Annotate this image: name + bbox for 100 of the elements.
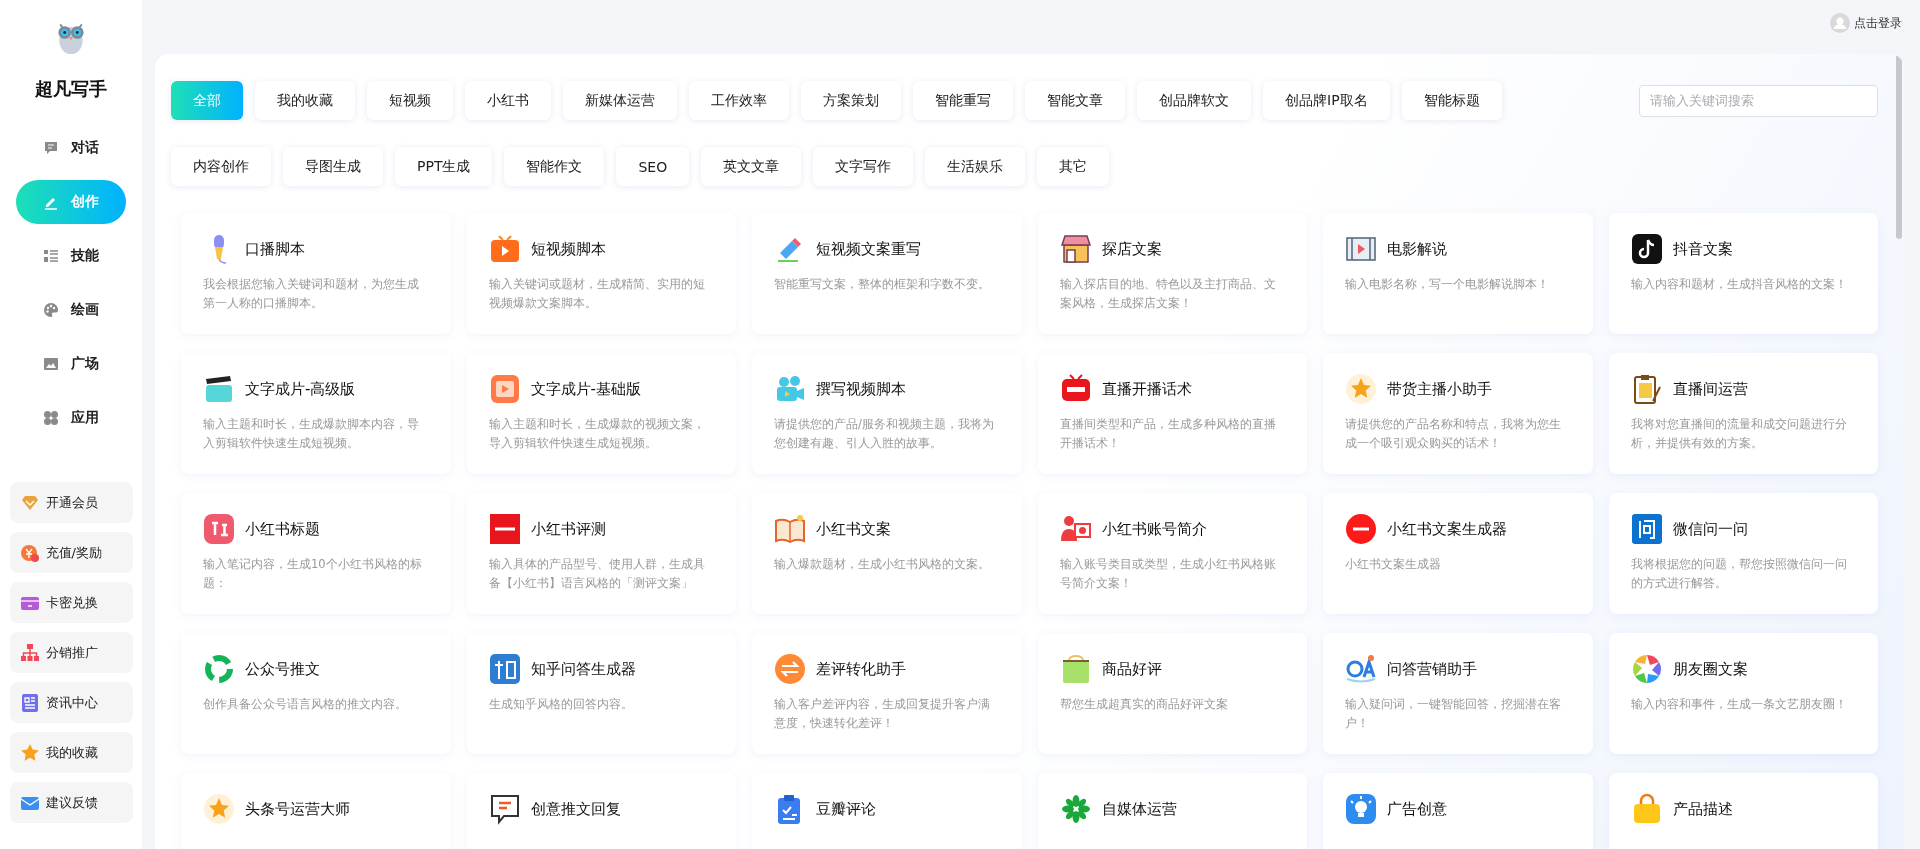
card-title: 小红书评测 [530,519,606,539]
nav-item[interactable]: 对话 [16,126,126,170]
category-tab[interactable]: 我的收藏 [255,81,355,120]
card-title: 差评转化助手 [816,659,906,679]
sidebar-button[interactable]: 资讯中心 [9,682,133,723]
sidebar-button[interactable]: 充值/奖励 [9,532,133,573]
card-description: 生成知乎风格的回答内容。 [488,696,634,713]
tool-card[interactable]: 豆瓣评论 [752,773,1022,849]
card-title: 产品描述 [1672,799,1733,819]
nav-item[interactable]: 应用 [16,396,126,440]
category-tab[interactable]: 智能重写 [913,81,1013,120]
tool-card[interactable]: 文字成片-基础版 输入主题和时长，生成爆款的视频文案，导入剪辑软件快速生成短视频。 [466,353,736,474]
card-title: 探店文案 [1101,239,1162,259]
category-tab[interactable]: SEO [616,147,690,186]
tool-card[interactable]: 问答营销助手 输入疑问词，一键智能回答，挖掘潜在客户！ [1323,633,1593,754]
tool-card[interactable]: 创意推文回复 [466,773,736,849]
card-title: 小红书文案 [816,519,891,539]
card-title: 公众号推文 [245,659,320,679]
nav-item[interactable]: 技能 [16,234,126,278]
card-title: 抖音文案 [1672,239,1733,259]
category-tab[interactable]: 工作效率 [689,81,789,120]
tool-card[interactable]: 小红书账号简介 输入账号类目或类型，生成小红书风格账号简介文案！ [1037,493,1307,614]
tool-card[interactable]: 小红书文案生成器 小红书文案生成器 [1323,493,1593,614]
four-dots-icon [43,410,59,426]
card-title: 知乎问答生成器 [530,659,636,679]
card-description: 输入笔记内容，生成10个小红书风格的标题： [203,556,423,592]
category-tab[interactable]: 文字写作 [813,147,914,186]
sidebar-button[interactable]: 我的收藏 [9,732,133,773]
circle-logo-icon [1345,513,1377,545]
tool-card[interactable]: 小红书评测 输入具体的产品型号、使用人群，生成具备【小红书】语言风格的「测评文案」 [466,493,736,614]
tv-icon [488,233,521,265]
tool-card[interactable]: 朋友圈文案 输入内容和事件，生成一条文艺朋友圈！ [1608,633,1878,754]
category-tab[interactable]: 英文文章 [701,147,802,186]
category-tab[interactable]: 智能作文 [504,147,605,186]
tool-card[interactable]: 直播开播话术 直播间类型和产品，生成多种风格的直播开播话术！ [1037,353,1307,474]
card-description: 创作具备公众号语言风格的推文内容。 [203,696,408,713]
category-tab[interactable]: 智能文章 [1025,81,1125,120]
category-tab[interactable]: 方案策划 [801,81,901,120]
category-tab[interactable]: 内容创作 [171,147,271,186]
tool-card[interactable]: 文字成片-高级版 输入主题和时长，生成爆款脚本内容，导入剪辑软件快速生成短视频。 [181,353,451,474]
tool-card[interactable]: 头条号运营大师 [181,773,451,849]
card-title: 电影解说 [1387,239,1447,259]
category-tab[interactable]: 其它 [1037,147,1110,186]
scrollbar[interactable] [1896,54,1902,239]
card-title: 文字成片-基础版 [530,379,641,399]
card-description: 输入客户差评内容，生成回复提升客户满意度，快速转化差评！ [774,696,991,732]
card-title: 直播开播话术 [1101,379,1192,399]
sidebar-button[interactable]: 开通会员 [9,482,133,523]
card-title: 问答营销助手 [1387,659,1477,679]
card-title: 直播间运营 [1672,379,1748,399]
category-tab[interactable]: 智能标题 [1401,81,1502,120]
tool-card[interactable]: 短视频文案重写 智能重写文案，整体的框架和字数不变。 [752,213,1022,334]
tool-card[interactable]: 产品描述 [1608,773,1878,849]
tool-card[interactable]: 直播间运营 我将对您直播间的流量和成交问题进行分析，并提供有效的方案。 [1608,353,1878,474]
book-icon [774,513,806,545]
sidebar-button[interactable]: 卡密兑换 [9,582,133,623]
tool-card[interactable]: 抖音文案 输入内容和题材，生成抖音风格的文案！ [1608,213,1878,334]
category-tab[interactable]: 创品牌IP取名 [1263,81,1390,120]
card-description: 我将根据您的问题，帮您按照微信问一问的方式进行解答。 [1630,556,1848,592]
tool-card[interactable]: 微信问一问 我将根据您的问题，帮您按照微信问一问的方式进行解答。 [1608,493,1878,614]
palette-icon [43,302,59,318]
tool-card[interactable]: 小红书标题 输入笔记内容，生成10个小红书风格的标题： [181,493,451,614]
app-icon [488,513,521,545]
category-tab[interactable]: 新媒体运营 [563,81,677,120]
card-title: 小红书标题 [245,519,320,539]
nav-item[interactable]: 绘画 [16,288,126,332]
card-description: 输入主题和时长，生成爆款的视频文案，导入剪辑软件快速生成短视频。 [488,416,706,452]
category-tab[interactable]: 导图生成 [283,147,383,186]
nav-item[interactable]: 广场 [16,342,126,386]
sidebar-button[interactable]: 分销推广 [9,632,133,673]
tool-card[interactable]: 知乎问答生成器 生成知乎风格的回答内容。 [466,633,736,754]
sidebar-button[interactable]: 建议反馈 [9,782,133,823]
tool-card[interactable]: 带货主播小助手 请提供您的产品名称和特点，我将为您生成一个吸引观众购买的话术！ [1323,353,1593,474]
card-title: 小红书账号简介 [1101,519,1207,539]
tool-card[interactable]: 探店文案 输入探店目的地、特色以及主打商品、文案风格，生成探店文案！ [1037,213,1307,334]
tool-card[interactable]: 差评转化助手 输入客户差评内容，生成回复提升客户满意度，快速转化差评！ [752,633,1022,754]
category-tab[interactable]: 短视频 [367,81,453,120]
list-icon [43,248,59,264]
tool-card[interactable]: 电影解说 输入电影名称，写一个电影解说脚本！ [1323,213,1593,334]
app-icon [488,653,521,685]
tool-card[interactable]: 短视频脚本 输入关键词或题材，生成精简、实用的短视频爆款文案脚本。 [466,213,736,334]
tool-card[interactable]: 广告创意 [1323,773,1593,849]
category-tab[interactable]: 小红书 [465,81,551,120]
tool-card[interactable]: 自媒体运营 [1037,773,1307,849]
card-title: 广告创意 [1387,799,1447,819]
card-description: 输入电影名称，写一个电影解说脚本！ [1345,276,1550,293]
login-link[interactable]: 点击登录 [1830,13,1902,33]
category-tab[interactable]: 生活娱乐 [925,147,1026,186]
tool-card[interactable]: 商品好评 帮您生成超真实的商品好评文案 [1037,633,1307,754]
tool-card[interactable]: 小红书文案 输入爆款题材，生成小红书风格的文案。 [752,493,1022,614]
category-tab[interactable]: 创品牌软文 [1137,81,1251,120]
category-tab[interactable]: PPT生成 [395,147,493,186]
star-icon [19,742,40,763]
tool-card[interactable]: 撰写视频脚本 请提供您的产品/服务和视频主题，我将为您创建有趣、引人入胜的故事。 [752,353,1022,474]
avatar-icon [1830,13,1850,33]
card-title: 短视频文案重写 [816,239,921,259]
tool-card[interactable]: 口播脚本 我会根据您输入关键词和题材，为您生成第一人称的口播脚本。 [181,213,451,334]
tool-card[interactable]: 公众号推文 创作具备公众号语言风格的推文内容。 [181,633,451,754]
search-field[interactable]: 请输入关键词搜索 [1639,84,1878,117]
coin-icon [19,542,40,563]
